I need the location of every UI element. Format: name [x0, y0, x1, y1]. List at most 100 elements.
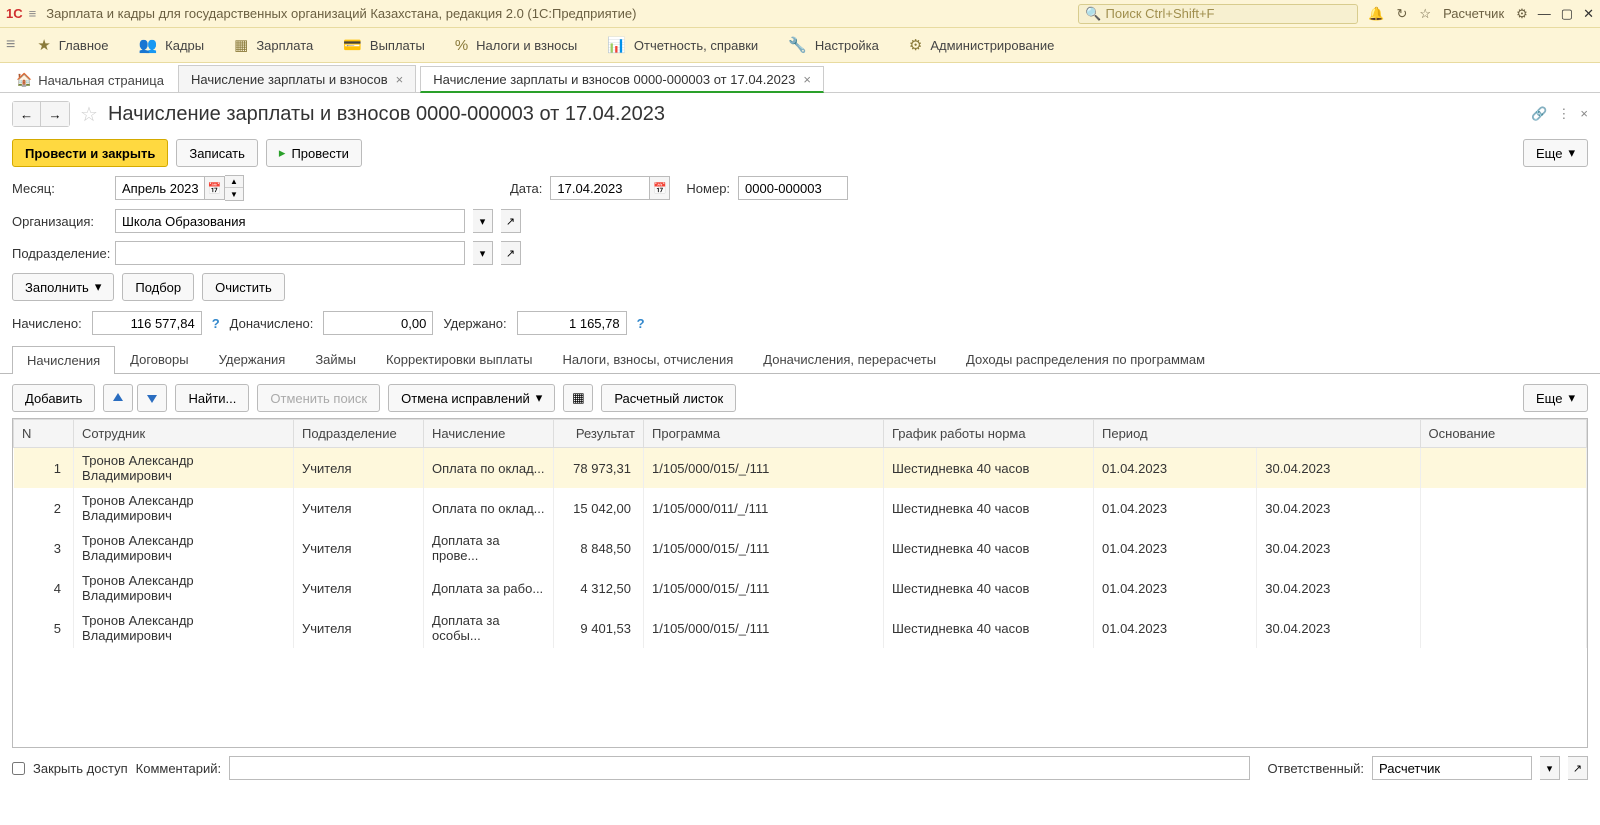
- table-row[interactable]: 3Тронов Александр ВладимировичУчителяДоп…: [14, 528, 1587, 568]
- doctab-loans[interactable]: Займы: [300, 345, 371, 373]
- more-button[interactable]: Еще ▾: [1523, 139, 1588, 167]
- hamburger-icon[interactable]: ≡: [29, 6, 37, 21]
- cell-n: 4: [14, 568, 74, 608]
- menu-reports[interactable]: 📊Отчетность, справки: [595, 32, 770, 58]
- col-charge[interactable]: Начисление: [424, 420, 554, 448]
- cell-dept: Учителя: [294, 488, 424, 528]
- col-employee[interactable]: Сотрудник: [74, 420, 294, 448]
- table-row[interactable]: 2Тронов Александр ВладимировичУчителяОпл…: [14, 488, 1587, 528]
- clear-button[interactable]: Очистить: [202, 273, 285, 301]
- col-dept[interactable]: Подразделение: [294, 420, 424, 448]
- number-input[interactable]: [738, 176, 848, 200]
- user-label[interactable]: Расчетчик: [1443, 6, 1504, 21]
- col-n[interactable]: N: [14, 420, 74, 448]
- menu-salary[interactable]: ▦Зарплата: [222, 32, 325, 58]
- chevron-down-icon: ▾: [1568, 145, 1575, 161]
- responsible-input[interactable]: [1372, 756, 1532, 780]
- menu-payments[interactable]: 💳Выплаты: [331, 32, 437, 58]
- bell-icon[interactable]: 🔔: [1368, 6, 1384, 22]
- dropdown-icon[interactable]: ▾: [1540, 756, 1560, 780]
- tab-payroll-doc[interactable]: Начисление зарплаты и взносов 0000-00000…: [420, 66, 824, 93]
- month-label: Месяц:: [12, 181, 107, 196]
- dropdown-icon[interactable]: ▾: [473, 209, 493, 233]
- post-close-button[interactable]: Провести и закрыть: [12, 139, 168, 167]
- payslip-button[interactable]: Расчетный листок: [601, 384, 736, 412]
- history-icon[interactable]: ↻: [1397, 6, 1408, 22]
- open-icon[interactable]: ↗: [501, 209, 521, 233]
- open-icon[interactable]: ↗: [501, 241, 521, 265]
- table-more-button[interactable]: Еще ▾: [1523, 384, 1588, 412]
- charged-value[interactable]: [92, 311, 202, 335]
- col-period[interactable]: Период: [1094, 420, 1421, 448]
- filter-icon[interactable]: ⚙: [1516, 6, 1528, 22]
- calendar-icon[interactable]: 📅: [205, 176, 225, 200]
- columns-button[interactable]: ▦: [563, 384, 593, 412]
- save-button[interactable]: Записать: [176, 139, 258, 167]
- cell-schedule: Шестидневка 40 часов: [884, 528, 1094, 568]
- nav-back-button[interactable]: ←: [13, 102, 41, 126]
- comment-input[interactable]: [229, 756, 1249, 780]
- more-icon[interactable]: ⋮: [1557, 106, 1570, 122]
- open-icon[interactable]: ↗: [1568, 756, 1588, 780]
- extra-value[interactable]: [323, 311, 433, 335]
- month-stepper[interactable]: ▲ ▼: [225, 175, 244, 201]
- find-button[interactable]: Найти...: [175, 384, 249, 412]
- dropdown-icon[interactable]: ▾: [473, 241, 493, 265]
- doctab-contracts[interactable]: Договоры: [115, 345, 203, 373]
- select-button[interactable]: Подбор: [122, 273, 194, 301]
- link-icon[interactable]: 🔗: [1531, 106, 1547, 122]
- menu-hr[interactable]: 👥Кадры: [126, 32, 216, 58]
- favorite-star-icon[interactable]: ☆: [80, 102, 98, 127]
- col-result[interactable]: Результат: [554, 420, 644, 448]
- doctab-recalc[interactable]: Доначисления, перерасчеты: [748, 345, 951, 373]
- close-icon[interactable]: ×: [803, 72, 811, 87]
- main-menu: ≡ ★Главное 👥Кадры ▦Зарплата 💳Выплаты %На…: [0, 28, 1600, 63]
- col-program[interactable]: Программа: [644, 420, 884, 448]
- stepper-up-icon[interactable]: ▲: [225, 176, 243, 188]
- doctab-charges[interactable]: Начисления: [12, 346, 115, 374]
- menu-main[interactable]: ★Главное: [25, 32, 120, 58]
- menu-admin[interactable]: ⚙Администрирование: [897, 32, 1066, 58]
- doctab-label: Корректировки выплаты: [386, 352, 533, 367]
- add-button[interactable]: Добавить: [12, 384, 95, 412]
- move-down-button[interactable]: [137, 384, 167, 412]
- table-row[interactable]: 5Тронов Александр ВладимировичУчителяДоп…: [14, 608, 1587, 648]
- close-icon[interactable]: ×: [396, 72, 404, 87]
- search-input[interactable]: 🔍 Поиск Ctrl+Shift+F: [1078, 4, 1358, 24]
- month-input[interactable]: [115, 176, 205, 200]
- star-icon[interactable]: ☆: [1419, 6, 1431, 22]
- table-row[interactable]: 1Тронов Александр ВладимировичУчителяОпл…: [14, 448, 1587, 489]
- col-basis[interactable]: Основание: [1420, 420, 1586, 448]
- tab-home[interactable]: 🏠 Начальная страница: [6, 68, 174, 92]
- tab-payroll-list[interactable]: Начисление зарплаты и взносов ×: [178, 65, 416, 92]
- close-icon[interactable]: ×: [1580, 106, 1588, 122]
- help-icon[interactable]: ?: [212, 316, 220, 331]
- doctab-corrections[interactable]: Корректировки выплаты: [371, 345, 548, 373]
- menu-hamburger-icon[interactable]: ≡: [6, 36, 15, 54]
- cancel-fix-button[interactable]: Отмена исправлений ▾: [388, 384, 555, 412]
- maximize-icon[interactable]: ▢: [1561, 6, 1573, 22]
- withheld-value[interactable]: [517, 311, 627, 335]
- table-row[interactable]: 4Тронов Александр ВладимировичУчителяДоп…: [14, 568, 1587, 608]
- lock-checkbox[interactable]: [12, 762, 25, 775]
- doctab-taxes[interactable]: Налоги, взносы, отчисления: [548, 345, 749, 373]
- doctab-deductions[interactable]: Удержания: [204, 345, 301, 373]
- close-icon[interactable]: ✕: [1583, 6, 1594, 22]
- help-icon[interactable]: ?: [637, 316, 645, 331]
- stepper-down-icon[interactable]: ▼: [225, 188, 243, 200]
- dept-input[interactable]: [115, 241, 465, 265]
- org-input[interactable]: [115, 209, 465, 233]
- col-schedule[interactable]: График работы норма: [884, 420, 1094, 448]
- minimize-icon[interactable]: —: [1538, 6, 1551, 22]
- calendar-icon[interactable]: 📅: [650, 176, 670, 200]
- cell-period-end: 30.04.2023: [1257, 528, 1420, 568]
- move-up-button[interactable]: [103, 384, 133, 412]
- doctab-programs[interactable]: Доходы распределения по программам: [951, 345, 1220, 373]
- menu-settings[interactable]: 🔧Настройка: [776, 32, 891, 58]
- menu-taxes[interactable]: %Налоги и взносы: [443, 33, 589, 58]
- post-button[interactable]: ▸Провести: [266, 139, 362, 167]
- date-input[interactable]: [550, 176, 650, 200]
- fill-button[interactable]: Заполнить ▾: [12, 273, 114, 301]
- cell-schedule: Шестидневка 40 часов: [884, 448, 1094, 489]
- nav-fwd-button[interactable]: →: [41, 102, 69, 126]
